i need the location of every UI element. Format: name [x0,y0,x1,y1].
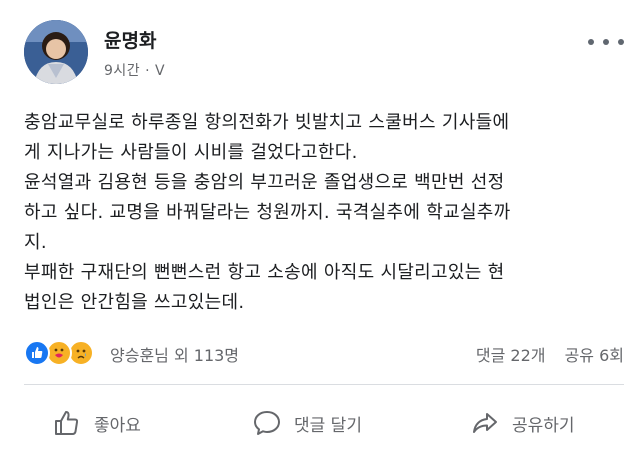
share-button[interactable]: 공유하기 [470,396,575,450]
divider [24,384,624,385]
author-name[interactable]: 윤명화 [104,26,156,53]
share-label: 공유하기 [512,415,575,436]
post-line: 윤석열과 김용현 등을 충암의 부끄러운 졸업생으로 백만번 선정 [24,172,505,193]
post-body: 충암교무실로 하루종일 항의전화가 빗발치고 스쿨버스 기사들에 게 지나가는 … [24,108,624,318]
comment-count[interactable]: 댓글 22개 [476,346,546,365]
comment-label: 댓글 달기 [294,415,362,436]
comment-button[interactable]: 댓글 달기 [252,396,362,450]
comment-icon [254,411,280,435]
share-icon [473,413,497,433]
post-line: 부패한 구재단의 뻔뻔스런 항고 소송에 아직도 시달리고있는 현 [24,262,505,283]
post-line: 하고 싶다. 교명을 바꿔달라는 청원까지. 국격실추에 학교실추까 [24,202,511,223]
post-line: 게 지나가는 사람들이 시비를 걸었다고한다. [24,142,358,163]
action-bar: 좋아요 댓글 달기 공유하기 [0,396,640,450]
like-button[interactable]: 좋아요 [52,396,141,450]
avatar[interactable] [24,20,88,84]
like-label: 좋아요 [94,415,141,436]
share-count[interactable]: 공유 6회 [565,346,624,365]
post-line: 법인은 안간힘을 쓰고있는데. [24,292,245,313]
engagement-counts: 댓글 22개 공유 6회 [462,342,624,366]
post-card: 윤명화 9시간 · V 충암교무실로 하루종일 항의전화가 빗발치고 스쿨버스 … [0,0,640,462]
post-line: 충암교무실로 하루종일 항의전화가 빗발치고 스쿨버스 기사들에 [24,112,510,133]
post-meta[interactable]: 9시간 · V [104,60,165,80]
post-line: 지. [24,232,47,253]
reactions-bar: 양승훈님 외 113명 댓글 22개 공유 6회 [24,338,624,368]
like-icon [24,340,50,366]
more-options-icon[interactable] [588,34,624,50]
reaction-icons[interactable] [24,340,102,366]
thumbs-up-icon [55,411,79,435]
reaction-summary[interactable]: 양승훈님 외 113명 [110,342,239,366]
post-header: 윤명화 9시간 · V [24,20,624,92]
